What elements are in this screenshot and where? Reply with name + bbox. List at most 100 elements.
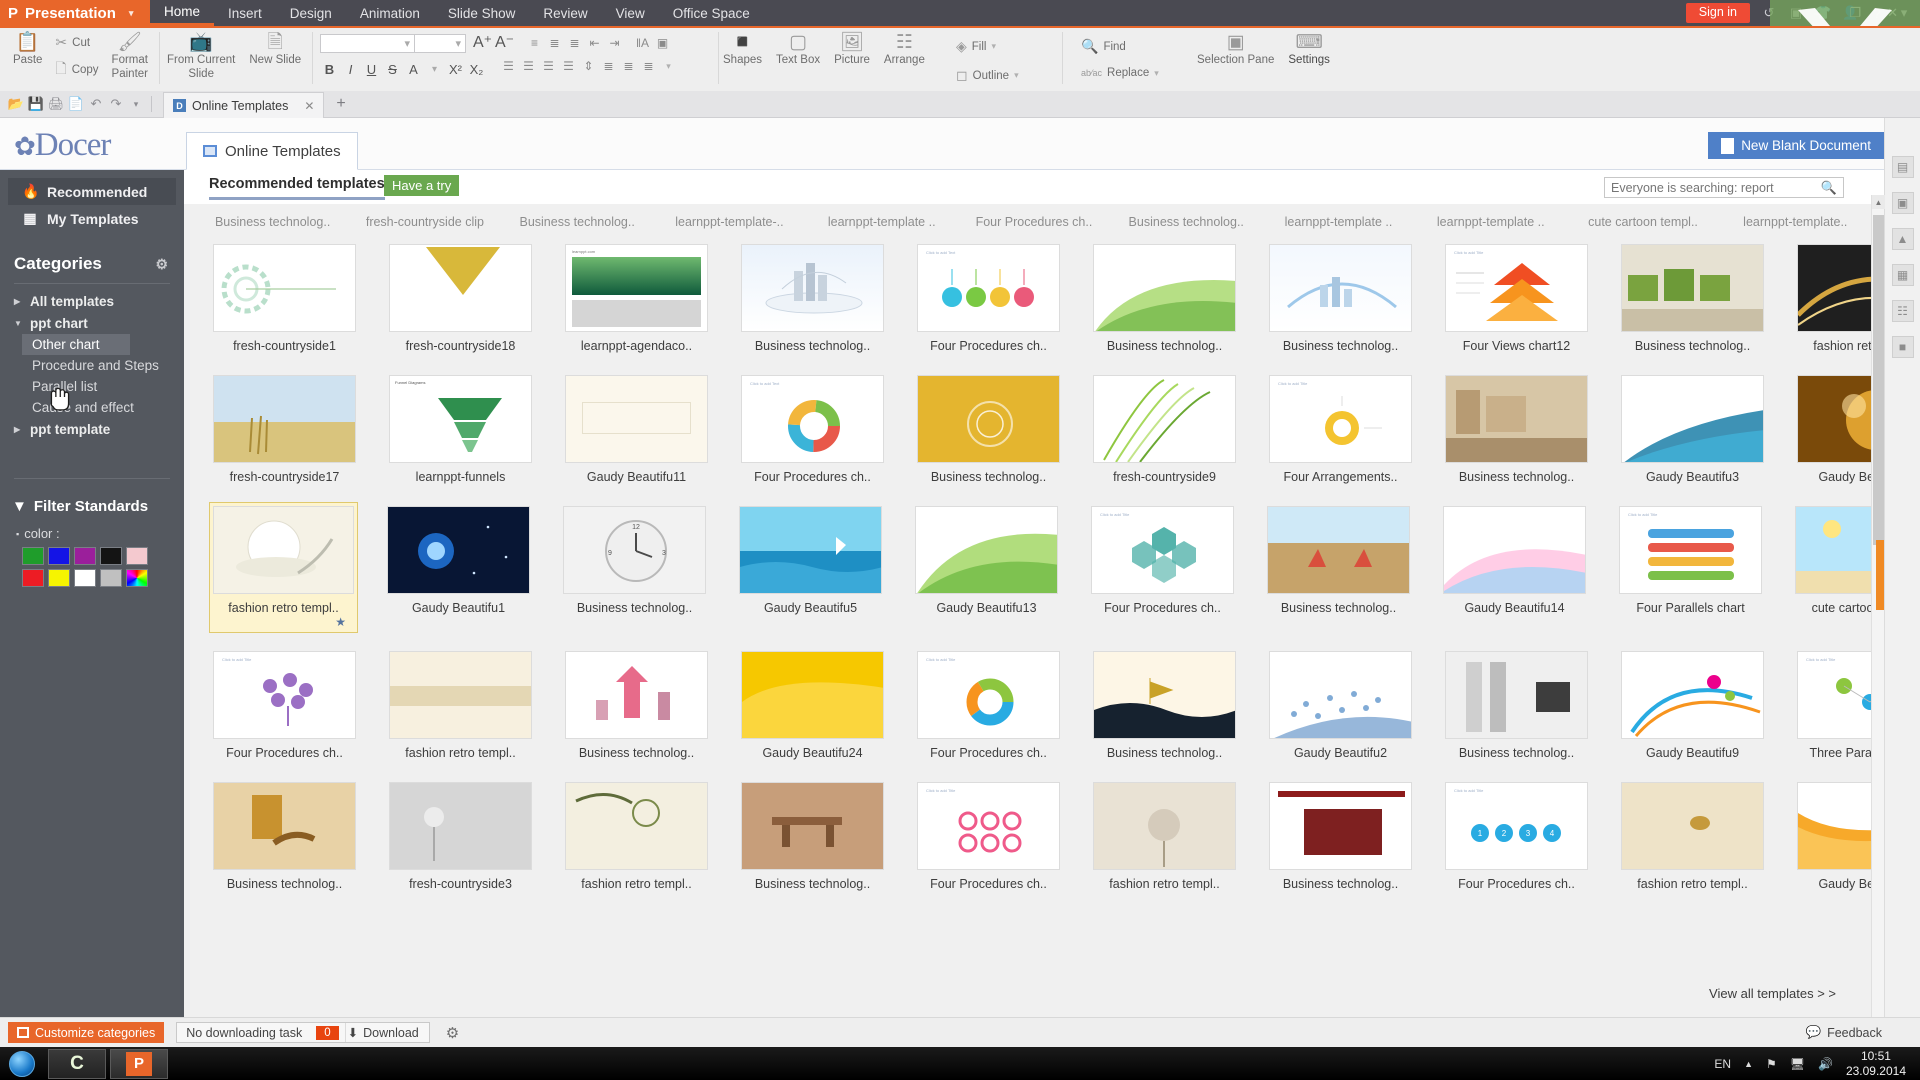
template-thumbnail[interactable] bbox=[1621, 375, 1764, 463]
text-direction-icon[interactable]: ‖A bbox=[634, 34, 651, 51]
template-card[interactable]: Business technolog.. bbox=[1441, 647, 1592, 764]
template-card[interactable]: fresh-countryside1 bbox=[209, 240, 360, 357]
ribbon-tab-office-space[interactable]: Office Space bbox=[659, 0, 764, 26]
indent-more-icon[interactable]: ≣ bbox=[620, 58, 637, 75]
template-card[interactable]: fresh-countryside9 bbox=[1089, 371, 1240, 488]
panel-animation-icon[interactable]: ▲ bbox=[1891, 228, 1914, 250]
template-card[interactable]: Business technolog.. bbox=[1265, 240, 1416, 357]
color-swatch-0[interactable] bbox=[22, 547, 44, 565]
clock[interactable]: 10:51 23.09.2014 bbox=[1846, 1049, 1906, 1079]
template-card[interactable]: Business technolog.. bbox=[1617, 240, 1768, 357]
vertical-scrollbar[interactable]: ▲ ▼ bbox=[1871, 195, 1885, 1031]
template-thumbnail[interactable]: Click to add Title 1 2 3 4 bbox=[1445, 782, 1588, 870]
template-card[interactable]: Business technolog.. bbox=[561, 647, 712, 764]
template-thumbnail[interactable] bbox=[1093, 244, 1236, 332]
template-thumbnail[interactable]: Click to add Title bbox=[1091, 506, 1234, 594]
template-card[interactable]: Click to add Text Four Procedures ch.. bbox=[737, 371, 888, 488]
template-card[interactable]: cute cartoon templ.. bbox=[1579, 204, 1706, 234]
settings-button[interactable]: ⌨ Settings bbox=[1281, 28, 1337, 68]
ribbon-tab-review[interactable]: Review bbox=[529, 0, 601, 26]
network-error-icon[interactable]: ⚑ bbox=[1766, 1057, 1777, 1071]
template-card[interactable]: Funnel Diagrams learnppt-funnels bbox=[385, 371, 536, 488]
underline-button[interactable]: U bbox=[362, 60, 381, 79]
gear-icon[interactable]: ⚙ bbox=[155, 256, 168, 273]
template-card[interactable]: Click to add Text Four Procedures ch.. bbox=[913, 240, 1064, 357]
template-card[interactable]: learnppt-template .. bbox=[818, 204, 945, 234]
document-tab-online-templates[interactable]: D Online Templates ✕ bbox=[163, 92, 325, 118]
print-icon[interactable]: 🖨 bbox=[46, 96, 66, 112]
template-thumbnail[interactable]: learnppt.com bbox=[565, 244, 708, 332]
template-thumbnail[interactable] bbox=[1621, 782, 1764, 870]
strikethrough-button[interactable]: S bbox=[383, 60, 402, 79]
superscript-button[interactable]: X² bbox=[446, 60, 465, 79]
font-name-input[interactable]: ▾ bbox=[320, 34, 415, 53]
paragraph-spacing-icon[interactable]: ≣ bbox=[600, 58, 617, 75]
search-icon[interactable]: 🔍 bbox=[1821, 180, 1837, 196]
search-box[interactable]: 🔍 bbox=[1604, 177, 1844, 198]
template-card[interactable]: Business technolog.. bbox=[1089, 240, 1240, 357]
template-thumbnail[interactable]: Click to add Title bbox=[1445, 244, 1588, 332]
template-thumbnail[interactable] bbox=[565, 651, 708, 739]
bold-button[interactable]: B bbox=[320, 60, 339, 79]
template-card[interactable]: Click to add Title Four Procedures ch.. bbox=[1087, 502, 1238, 633]
template-card[interactable]: Click to add Title Four Parallels chart bbox=[1615, 502, 1766, 633]
template-card[interactable]: fashion retro templ.. bbox=[1617, 778, 1768, 895]
template-thumbnail[interactable] bbox=[915, 506, 1058, 594]
template-thumbnail[interactable] bbox=[1093, 782, 1236, 870]
font-color-button[interactable]: A bbox=[404, 60, 423, 79]
search-input[interactable] bbox=[1611, 180, 1821, 195]
format-painter-button[interactable]: 🖌 Format Painter bbox=[105, 28, 155, 82]
grow-font-button[interactable]: A⁺ bbox=[473, 32, 492, 51]
template-thumbnail[interactable] bbox=[565, 782, 708, 870]
shrink-font-button[interactable]: A⁻ bbox=[495, 32, 514, 51]
template-card[interactable]: Business technolog.. bbox=[209, 778, 360, 895]
template-card[interactable]: Gaudy Beautifu14 bbox=[1439, 502, 1590, 633]
category-all-templates[interactable]: ▶ All templates bbox=[0, 290, 184, 312]
template-card[interactable]: Business technolog.. bbox=[1265, 778, 1416, 895]
template-thumbnail[interactable] bbox=[1269, 651, 1412, 739]
template-card[interactable]: Business technolog.. bbox=[209, 204, 336, 234]
customize-qat-icon[interactable]: ▾ bbox=[126, 99, 146, 110]
replace-button[interactable]: ab⁄ac Replace ▾ bbox=[1075, 65, 1165, 81]
arrange-button[interactable]: ☷ Arrange bbox=[877, 28, 932, 68]
template-thumbnail[interactable]: Click to add Text bbox=[917, 244, 1060, 332]
justify-icon[interactable]: ☰ bbox=[560, 58, 577, 75]
template-thumbnail[interactable] bbox=[1093, 651, 1236, 739]
template-thumbnail[interactable]: Funnel Diagrams bbox=[389, 375, 532, 463]
template-card[interactable]: fashion retro templ.. bbox=[1089, 778, 1240, 895]
chevron-down-icon[interactable]: ▾ bbox=[129, 8, 134, 19]
template-card[interactable]: fresh-countryside3 bbox=[385, 778, 536, 895]
template-card[interactable]: fashion retro templ.. ★ bbox=[209, 502, 358, 633]
close-icon[interactable]: ✕ bbox=[304, 99, 314, 113]
close-icon[interactable]: ✕ bbox=[1887, 5, 1898, 21]
selection-pane-button[interactable]: ▣ Selection Pane bbox=[1190, 28, 1281, 68]
template-thumbnail[interactable] bbox=[739, 506, 882, 594]
customize-categories-button[interactable]: Customize categories bbox=[8, 1022, 165, 1043]
template-card[interactable]: fresh-countryside17 bbox=[209, 371, 360, 488]
numbering-icon[interactable]: ≣ bbox=[546, 34, 563, 51]
template-card[interactable]: Click to add Title Four Arrangements.. bbox=[1265, 371, 1416, 488]
template-card[interactable]: Click to add Title Four Procedures ch.. bbox=[913, 647, 1064, 764]
template-card[interactable]: Business technolog.. bbox=[514, 204, 641, 234]
template-thumbnail[interactable] bbox=[389, 782, 532, 870]
display-icon[interactable]: 🖥 bbox=[1790, 1057, 1805, 1071]
scrollbar-thumb[interactable] bbox=[1873, 215, 1884, 545]
panel-gallery-icon[interactable]: ▦ bbox=[1891, 264, 1914, 286]
template-thumbnail[interactable] bbox=[387, 506, 530, 594]
template-card[interactable]: fashion retro templ.. bbox=[385, 647, 536, 764]
template-thumbnail[interactable]: 12 3 9 bbox=[563, 506, 706, 594]
align-left-icon[interactable]: ☰ bbox=[500, 58, 517, 75]
copy-button[interactable]: 🗋 Copy bbox=[49, 56, 104, 84]
start-button[interactable] bbox=[0, 1048, 44, 1079]
color-swatch-2[interactable] bbox=[74, 547, 96, 565]
ribbon-tab-insert[interactable]: Insert bbox=[214, 0, 276, 26]
template-card[interactable]: Gaudy Beautifu24 bbox=[737, 647, 888, 764]
template-thumbnail[interactable] bbox=[213, 506, 354, 594]
color-swatch-8[interactable] bbox=[100, 569, 122, 587]
subscript-button[interactable]: X₂ bbox=[467, 60, 486, 79]
template-thumbnail[interactable] bbox=[565, 375, 708, 463]
panel-styles-icon[interactable]: ▣ bbox=[1891, 192, 1914, 214]
template-thumbnail[interactable] bbox=[1621, 651, 1764, 739]
taskbar-item-app-c[interactable]: C bbox=[48, 1048, 106, 1079]
gear-icon[interactable]: ⚙ bbox=[446, 1024, 459, 1042]
